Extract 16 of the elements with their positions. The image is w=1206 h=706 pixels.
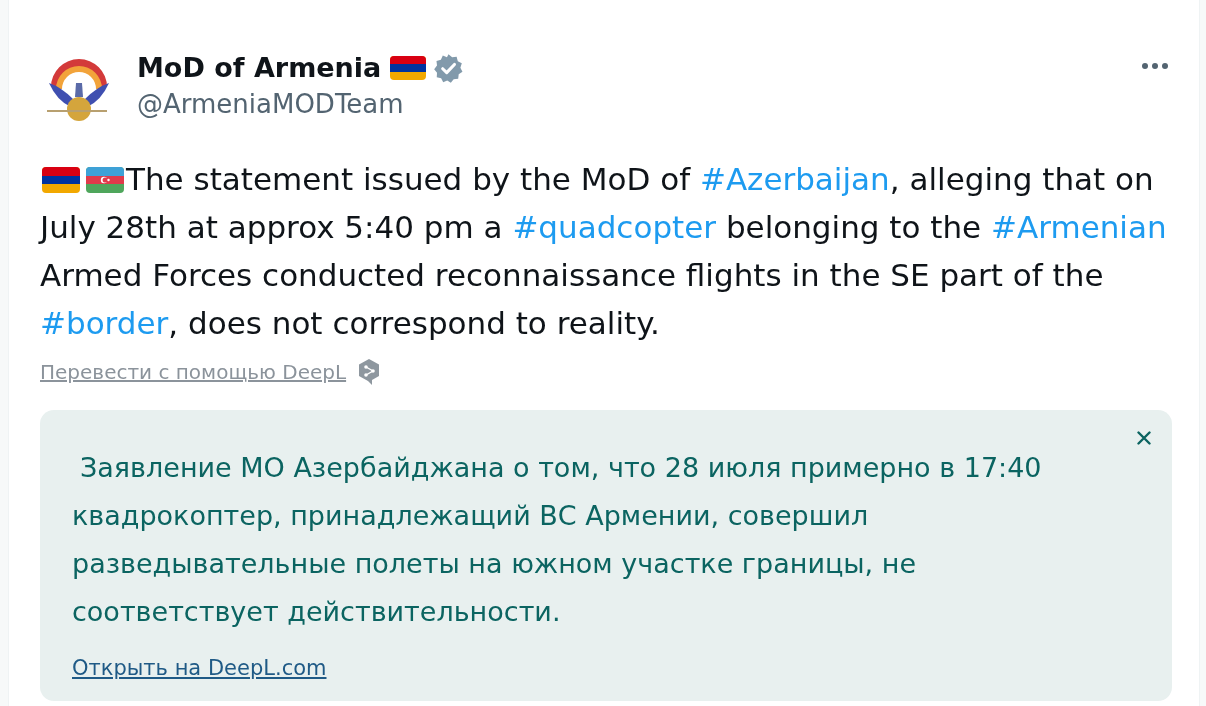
more-icon: [1142, 63, 1168, 69]
armenian-flag-icon: [42, 167, 80, 193]
hashtag-link[interactable]: #Armenian: [991, 209, 1167, 245]
translation-text: Заявление МО Азербайджана о том, что 28 июля примерно в 17:40 квадрокоптер, принадлежащий ВС Армении, совершил разведывательные полеты на южном участке границы, не соответствует действительности.: [72, 451, 1043, 629]
tweet-text: The statement issued by the MoD of #Azerbaijan, alleging that on July 28th at approx 5:40 pm a #quadcopter belonging to the #Armenian Armed Forces conducted reconnaissance flights in the SE part of the #border, does not correspond to reality.: [40, 160, 1168, 343]
translate-link[interactable]: Перевести с помощью DeepL: [40, 360, 347, 384]
armenian-flag-icon: [390, 56, 427, 80]
account-handle[interactable]: @ArmeniaMODTeam: [137, 85, 404, 123]
deepl-link[interactable]: Открыть на DeepL.com: [72, 653, 327, 683]
hexagon-logo-icon: [358, 359, 381, 385]
hashtag-link[interactable]: #Azerbaijan: [699, 161, 890, 197]
hashtag-link[interactable]: #quadcopter: [512, 209, 717, 245]
azerbaijani-flag-icon: [86, 167, 124, 193]
account-name[interactable]: MoD of Armenia: [137, 51, 382, 85]
hashtag-link[interactable]: #border: [40, 305, 169, 341]
close-icon: [1137, 431, 1151, 445]
